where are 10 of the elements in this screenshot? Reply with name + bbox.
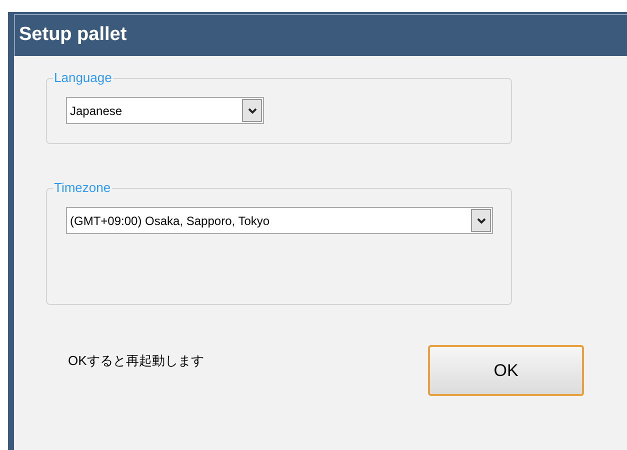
- group-label: Language: [53, 70, 113, 86]
- ok-button[interactable]: OK: [428, 345, 584, 396]
- restart-note: OKすると再起動します: [68, 352, 205, 370]
- dropdown-arrow-button[interactable]: [242, 99, 262, 122]
- dropdown[interactable]: (GMT+09:00) Osaka, Sapporo, Tokyo: [66, 207, 493, 234]
- dropdown[interactable]: Japanese: [66, 97, 264, 124]
- window-title: Setup pallet: [14, 14, 627, 56]
- dropdown-arrow-button[interactable]: [471, 209, 491, 232]
- chevron-down-icon: [248, 108, 256, 114]
- chevron-down-icon: [476, 218, 486, 224]
